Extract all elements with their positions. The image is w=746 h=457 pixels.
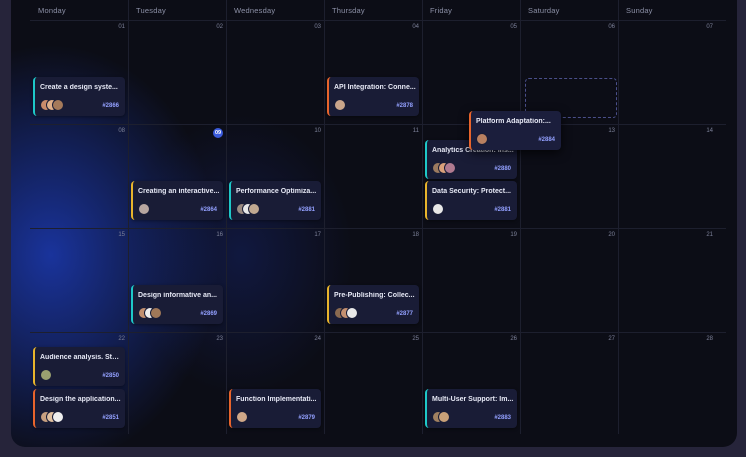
avatar xyxy=(52,411,64,423)
grid-line xyxy=(618,0,619,434)
event-card[interactable]: Create a design syste... #2866 xyxy=(33,77,125,116)
day-label-thursday: Thursday xyxy=(332,6,365,15)
event-card-dragging[interactable]: Platform Adaptation:... #2884 xyxy=(469,111,561,150)
day-cell-date[interactable]: 02 xyxy=(203,24,223,30)
event-card[interactable]: API Integration: Conne... #2878 xyxy=(327,77,419,116)
day-label-tuesday: Tuesday xyxy=(136,6,166,15)
event-card[interactable]: Function Implementati... #2879 xyxy=(229,389,321,428)
day-cell-date[interactable]: 05 xyxy=(497,24,517,30)
day-cell-date[interactable]: 19 xyxy=(497,232,517,238)
event-card[interactable]: Multi-User Support: Im... #2883 xyxy=(425,389,517,428)
day-cell-date[interactable]: 14 xyxy=(693,128,713,134)
avatar xyxy=(150,307,162,319)
event-ticket-number: #2883 xyxy=(494,415,511,421)
event-title: Function Implementati... xyxy=(236,396,317,403)
grid-line xyxy=(30,20,726,21)
event-ticket-number: #2850 xyxy=(102,373,119,379)
day-cell-date[interactable]: 07 xyxy=(693,24,713,30)
event-ticket-number: #2877 xyxy=(396,311,413,317)
avatar xyxy=(432,203,444,215)
avatar xyxy=(52,99,64,111)
avatar xyxy=(476,133,488,145)
day-cell-date[interactable]: 08 xyxy=(105,128,125,134)
grid-line xyxy=(30,332,726,333)
grid-line xyxy=(30,228,726,229)
event-title: Multi-User Support: Im... xyxy=(432,396,514,403)
event-title: Design the application... xyxy=(40,396,121,403)
day-cell-date[interactable]: 21 xyxy=(693,232,713,238)
day-cell-date[interactable]: 22 xyxy=(105,336,125,342)
event-ticket-number: #2881 xyxy=(494,207,511,213)
event-ticket-number: #2881 xyxy=(298,207,315,213)
event-title: Design informative an... xyxy=(138,292,217,299)
day-cell-date[interactable]: 06 xyxy=(595,24,615,30)
avatar xyxy=(138,203,150,215)
avatar xyxy=(438,411,450,423)
day-cell-date[interactable]: 20 xyxy=(595,232,615,238)
avatar xyxy=(444,162,456,174)
today-date-badge[interactable]: 09 xyxy=(213,128,223,138)
event-title: Pre-Publishing: Collec... xyxy=(334,292,415,299)
day-cell-date[interactable]: 27 xyxy=(595,336,615,342)
event-ticket-number: #2851 xyxy=(102,415,119,421)
event-card[interactable]: Design informative an... #2869 xyxy=(131,285,223,324)
event-card[interactable]: Audience analysis. Stu... #2850 xyxy=(33,347,125,386)
day-cell-date[interactable]: 16 xyxy=(203,232,223,238)
avatar xyxy=(40,369,52,381)
day-label-saturday: Saturday xyxy=(528,6,560,15)
day-cell-date[interactable]: 01 xyxy=(105,24,125,30)
event-ticket-number: #2869 xyxy=(200,311,217,317)
day-cell-date[interactable]: 17 xyxy=(301,232,321,238)
event-title: Create a design syste... xyxy=(40,84,118,91)
event-title: API Integration: Conne... xyxy=(334,84,416,91)
event-card[interactable]: Creating an interactive... #2864 xyxy=(131,181,223,220)
day-label-sunday: Sunday xyxy=(626,6,653,15)
window-bottom-edge xyxy=(0,447,746,457)
event-ticket-number: #2866 xyxy=(102,103,119,109)
event-card[interactable]: Performance Optimiza... #2881 xyxy=(229,181,321,220)
event-title: Platform Adaptation:... xyxy=(476,118,551,125)
day-cell-date[interactable]: 03 xyxy=(301,24,321,30)
day-cell-date[interactable]: 24 xyxy=(301,336,321,342)
avatar xyxy=(236,411,248,423)
day-cell-date[interactable]: 23 xyxy=(203,336,223,342)
event-card[interactable]: Data Security: Protect... #2881 xyxy=(425,181,517,220)
day-label-monday: Monday xyxy=(38,6,66,15)
event-ticket-number: #2880 xyxy=(494,166,511,172)
avatar xyxy=(346,307,358,319)
event-title: Data Security: Protect... xyxy=(432,188,511,195)
avatar xyxy=(248,203,260,215)
day-label-wednesday: Wednesday xyxy=(234,6,276,15)
grid-line xyxy=(422,0,423,434)
event-ticket-number: #2879 xyxy=(298,415,315,421)
grid-line xyxy=(226,0,227,434)
day-cell-date[interactable]: 25 xyxy=(399,336,419,342)
day-cell-date[interactable]: 26 xyxy=(497,336,517,342)
grid-line xyxy=(520,0,521,434)
grid-line xyxy=(30,124,726,125)
weekday-header: Monday Tuesday Wednesday Thursday Friday… xyxy=(11,0,737,20)
day-label-friday: Friday xyxy=(430,6,453,15)
event-card[interactable]: Pre-Publishing: Collec... #2877 xyxy=(327,285,419,324)
event-title: Creating an interactive... xyxy=(138,188,220,195)
day-cell-date[interactable]: 13 xyxy=(595,128,615,134)
grid-line xyxy=(324,0,325,434)
day-cell-date[interactable]: 18 xyxy=(399,232,419,238)
event-card[interactable]: Design the application... #2851 xyxy=(33,389,125,428)
event-title: Performance Optimiza... xyxy=(236,188,317,195)
day-cell-date[interactable]: 10 xyxy=(301,128,321,134)
event-ticket-number: #2884 xyxy=(538,137,555,143)
grid-line xyxy=(128,0,129,434)
day-cell-date[interactable]: 11 xyxy=(399,128,419,134)
event-title: Audience analysis. Stu... xyxy=(40,354,122,361)
calendar-panel: Monday Tuesday Wednesday Thursday Friday… xyxy=(11,0,737,447)
event-ticket-number: #2864 xyxy=(200,207,217,213)
event-ticket-number: #2878 xyxy=(396,103,413,109)
day-cell-date[interactable]: 15 xyxy=(105,232,125,238)
day-cell-date[interactable]: 28 xyxy=(693,336,713,342)
day-cell-date[interactable]: 04 xyxy=(399,24,419,30)
avatar xyxy=(334,99,346,111)
